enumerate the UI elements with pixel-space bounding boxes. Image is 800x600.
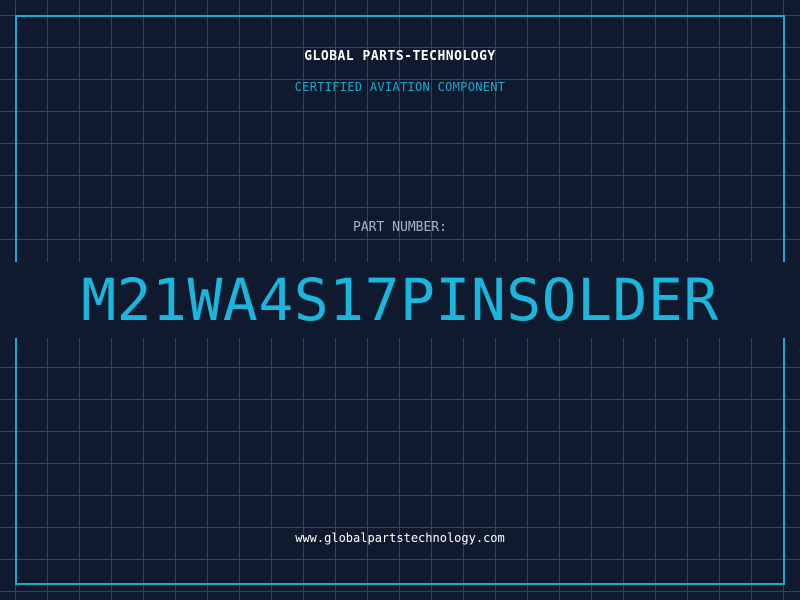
website-url: www.globalpartstechnology.com [295, 531, 505, 545]
part-number-label: PART NUMBER: [353, 220, 447, 235]
page-canvas: GLOBAL PARTS-TECHNOLOGY CERTIFIED AVIATI… [0, 0, 800, 600]
part-number-value: M21WA4S17PINSOLDER [81, 266, 719, 334]
brand-name: GLOBAL PARTS-TECHNOLOGY [304, 49, 496, 64]
certification-subtitle: CERTIFIED AVIATION COMPONENT [294, 80, 506, 94]
part-number-band: M21WA4S17PINSOLDER [0, 262, 800, 338]
